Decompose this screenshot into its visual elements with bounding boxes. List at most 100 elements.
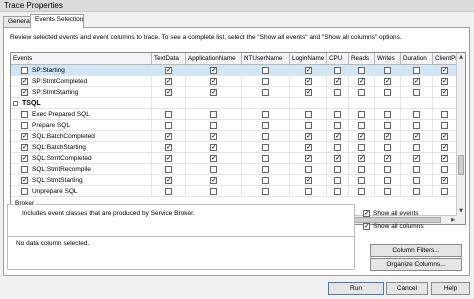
- column-checkbox[interactable]: [334, 154, 341, 162]
- column-checkbox[interactable]: [165, 111, 172, 118]
- event-row[interactable]: SQL:StmtCompleted: [11, 153, 457, 164]
- column-checkbox[interactable]: [165, 122, 172, 129]
- column-checkbox[interactable]: [413, 132, 420, 140]
- column-checkbox[interactable]: [413, 166, 420, 173]
- column-header[interactable]: CPU: [327, 53, 349, 65]
- column-checkbox[interactable]: [262, 177, 269, 184]
- column-checkbox[interactable]: [384, 166, 391, 173]
- column-checkbox[interactable]: [334, 188, 341, 195]
- column-header[interactable]: Reads: [349, 53, 375, 65]
- event-checkbox[interactable]: [21, 88, 28, 96]
- column-checkbox[interactable]: [358, 154, 365, 162]
- column-header[interactable]: Events: [11, 53, 152, 65]
- column-checkbox[interactable]: [441, 111, 448, 118]
- column-header[interactable]: ApplicationName: [186, 53, 242, 65]
- column-checkbox[interactable]: [358, 132, 365, 140]
- show-all-events-checkbox[interactable]: [363, 209, 370, 217]
- column-checkbox[interactable]: [413, 77, 420, 85]
- column-checkbox[interactable]: [305, 111, 312, 118]
- column-checkbox[interactable]: [358, 77, 365, 85]
- column-checkbox[interactable]: [441, 176, 448, 184]
- scroll-right-arrow-icon[interactable]: ▶: [449, 216, 457, 224]
- column-checkbox[interactable]: [210, 188, 217, 195]
- event-row[interactable]: Exec Prepared SQL: [11, 109, 457, 120]
- event-checkbox[interactable]: [21, 77, 28, 85]
- tab-events-selection[interactable]: Events Selection: [30, 14, 84, 28]
- event-checkbox[interactable]: [21, 166, 28, 173]
- column-checkbox[interactable]: [305, 132, 312, 140]
- column-filters-button[interactable]: Column Filters...: [370, 244, 462, 257]
- column-checkbox[interactable]: [210, 88, 217, 96]
- column-checkbox[interactable]: [413, 177, 420, 184]
- column-checkbox[interactable]: [384, 132, 391, 140]
- column-checkbox[interactable]: [441, 66, 448, 74]
- column-checkbox[interactable]: [165, 77, 172, 85]
- column-header[interactable]: TextData: [152, 53, 186, 65]
- column-checkbox[interactable]: [358, 89, 365, 96]
- column-checkbox[interactable]: [210, 111, 217, 118]
- column-checkbox[interactable]: [262, 67, 269, 74]
- column-header[interactable]: Writes: [375, 53, 401, 65]
- column-checkbox[interactable]: [334, 166, 341, 173]
- column-checkbox[interactable]: [305, 77, 312, 85]
- column-checkbox[interactable]: [305, 66, 312, 74]
- column-checkbox[interactable]: [413, 188, 420, 195]
- vertical-scrollbar[interactable]: ▲ ▼: [456, 53, 465, 224]
- column-checkbox[interactable]: [334, 89, 341, 96]
- show-all-columns-checkbox[interactable]: [363, 222, 370, 230]
- column-checkbox[interactable]: [165, 176, 172, 184]
- column-checkbox[interactable]: [413, 122, 420, 129]
- column-checkbox[interactable]: [165, 88, 172, 96]
- column-checkbox[interactable]: [358, 177, 365, 184]
- column-checkbox[interactable]: [210, 154, 217, 162]
- column-checkbox[interactable]: [210, 166, 217, 173]
- column-checkbox[interactable]: [384, 89, 391, 96]
- column-checkbox[interactable]: [334, 144, 341, 151]
- column-checkbox[interactable]: [384, 77, 391, 85]
- column-checkbox[interactable]: [384, 122, 391, 129]
- column-checkbox[interactable]: [305, 166, 312, 173]
- column-checkbox[interactable]: [165, 66, 172, 74]
- event-checkbox[interactable]: [21, 143, 28, 151]
- column-checkbox[interactable]: [210, 132, 217, 140]
- event-checkbox[interactable]: [21, 154, 28, 162]
- column-checkbox[interactable]: [358, 122, 365, 129]
- column-checkbox[interactable]: [358, 166, 365, 173]
- column-checkbox[interactable]: [384, 188, 391, 195]
- column-checkbox[interactable]: [334, 122, 341, 129]
- column-checkbox[interactable]: [334, 177, 341, 184]
- column-checkbox[interactable]: [305, 188, 312, 195]
- column-checkbox[interactable]: [305, 122, 312, 129]
- column-checkbox[interactable]: [441, 143, 448, 151]
- event-row[interactable]: Unprepare SQL: [11, 186, 457, 197]
- scroll-down-arrow-icon[interactable]: ▼: [457, 208, 465, 214]
- column-checkbox[interactable]: [441, 188, 448, 195]
- column-checkbox[interactable]: [358, 67, 365, 74]
- column-checkbox[interactable]: [413, 111, 420, 118]
- help-button[interactable]: Help: [431, 282, 470, 295]
- column-checkbox[interactable]: [441, 122, 448, 129]
- column-checkbox[interactable]: [413, 144, 420, 151]
- column-checkbox[interactable]: [165, 166, 172, 173]
- column-checkbox[interactable]: [441, 154, 448, 162]
- event-checkbox[interactable]: [21, 111, 28, 118]
- column-checkbox[interactable]: [334, 67, 341, 74]
- scroll-up-arrow-icon[interactable]: ▲: [457, 54, 465, 60]
- event-row[interactable]: SP:Starting: [11, 65, 457, 76]
- event-row[interactable]: SP:StmtCompleted: [11, 76, 457, 87]
- column-checkbox[interactable]: [210, 143, 217, 151]
- event-row[interactable]: SQL:StmtStarting: [11, 175, 457, 186]
- column-header[interactable]: ClientProc: [433, 53, 457, 65]
- column-header[interactable]: NTUserName: [242, 53, 290, 65]
- event-checkbox[interactable]: [21, 132, 28, 140]
- run-button[interactable]: Run: [328, 282, 384, 295]
- event-checkbox[interactable]: [21, 176, 28, 184]
- event-row[interactable]: SP:StmtStarting: [11, 87, 457, 98]
- column-checkbox[interactable]: [413, 67, 420, 74]
- column-checkbox[interactable]: [305, 154, 312, 162]
- column-checkbox[interactable]: [262, 155, 269, 162]
- event-row[interactable]: SQL:BatchStarting: [11, 142, 457, 153]
- column-checkbox[interactable]: [262, 188, 269, 195]
- column-checkbox[interactable]: [334, 111, 341, 118]
- column-checkbox[interactable]: [441, 132, 448, 140]
